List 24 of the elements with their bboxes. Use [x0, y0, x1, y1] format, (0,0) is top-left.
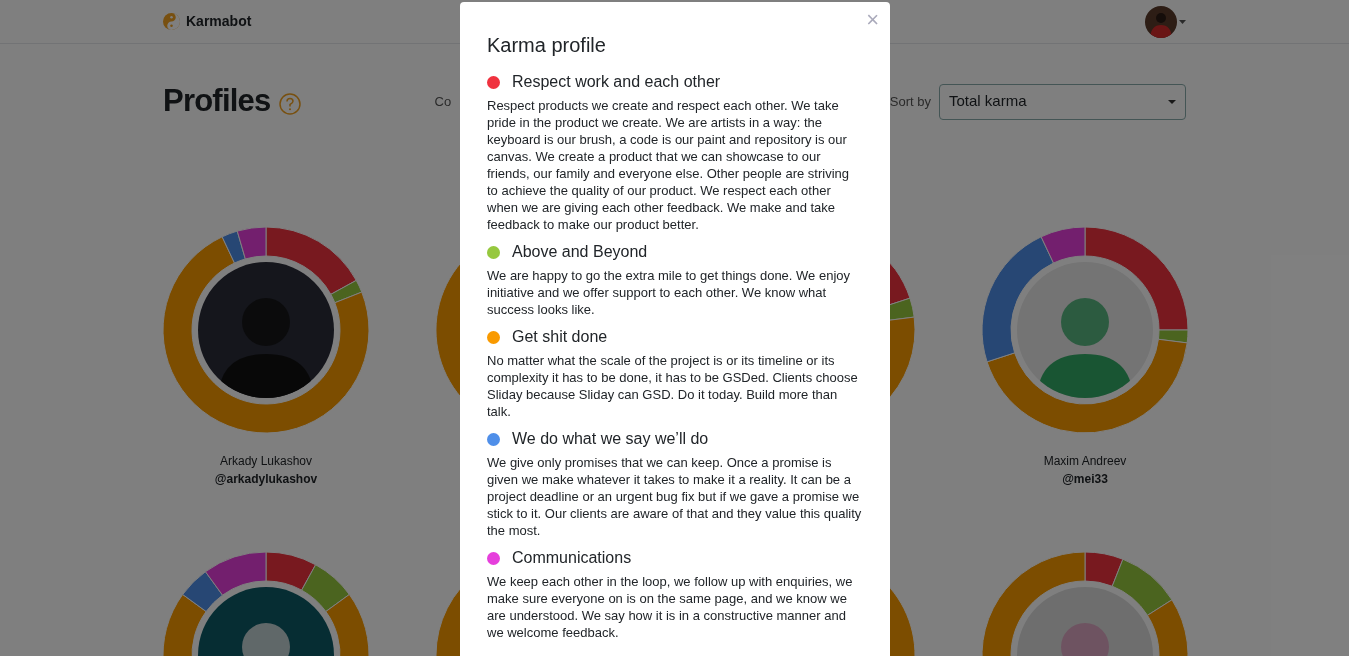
- caret-icon: [1168, 99, 1176, 104]
- profile-name: Arkady Lukashov: [219, 453, 313, 470]
- value-description: We keep each other in the loop, we follow up with enquiries, we make sure everyone on is on the same page, and we know we are understood. We say how it is in a constructive manner and we welcome feedback.: [487, 573, 854, 641]
- value-title: Respect work and each other: [512, 72, 721, 92]
- user-menu-button[interactable]: [1145, 5, 1186, 38]
- profile-handle[interactable]: @mei33: [1062, 470, 1108, 488]
- value-description: We are happy to go the extra mile to get things done. We enjoy initiative and we offer support to each other. We know what success looks like.: [487, 267, 852, 318]
- value-title: We do what we say we’ll do: [512, 429, 709, 449]
- profile-name: Maxim Andreev: [1043, 453, 1127, 470]
- value-description: No matter what the scale of the project is or its timeline or its complexity it has to be done, it has to be GSDed. Clients choose Sliday because Sliday can GSD. Do it today. Build more than talk.: [487, 352, 859, 420]
- page-title: Profiles: [163, 82, 271, 121]
- yin-yang-icon: [163, 13, 180, 30]
- value-title: Get shit done: [512, 327, 608, 347]
- value-description: We give only promises that we can keep. Once a promise is given we make whatever it takes to make it a reality. It can be a project deadline or an urgent bug fix but if we gave a promise we stick to it. Our clients are aware of that and they value this quality the most.: [487, 454, 863, 539]
- brand-link[interactable]: Karmabot: [186, 11, 252, 32]
- value-title: Above and Beyond: [512, 242, 648, 262]
- filter-label: Co: [434, 92, 452, 111]
- value-title: Communications: [512, 548, 632, 568]
- modal-title: Karma profile: [487, 33, 607, 58]
- value-description: Respect products we create and respect each other. We take pride in the product we create. We are artists in a way: the keyboard is our brush, a code is our paint and repository is our canvas. We create a product that we can showcase to our friends, our family and everyone else. Other people are striving to achieve the quality of our product. We respect each other when we are giving each other feedback. We make and take feedback to make our product better.: [487, 97, 851, 233]
- sort-label: Sort by: [889, 92, 931, 111]
- caret-icon: [1179, 19, 1186, 24]
- profile-handle[interactable]: @arkadylukashov: [214, 470, 318, 488]
- sort-select[interactable]: Total karma: [939, 83, 1186, 120]
